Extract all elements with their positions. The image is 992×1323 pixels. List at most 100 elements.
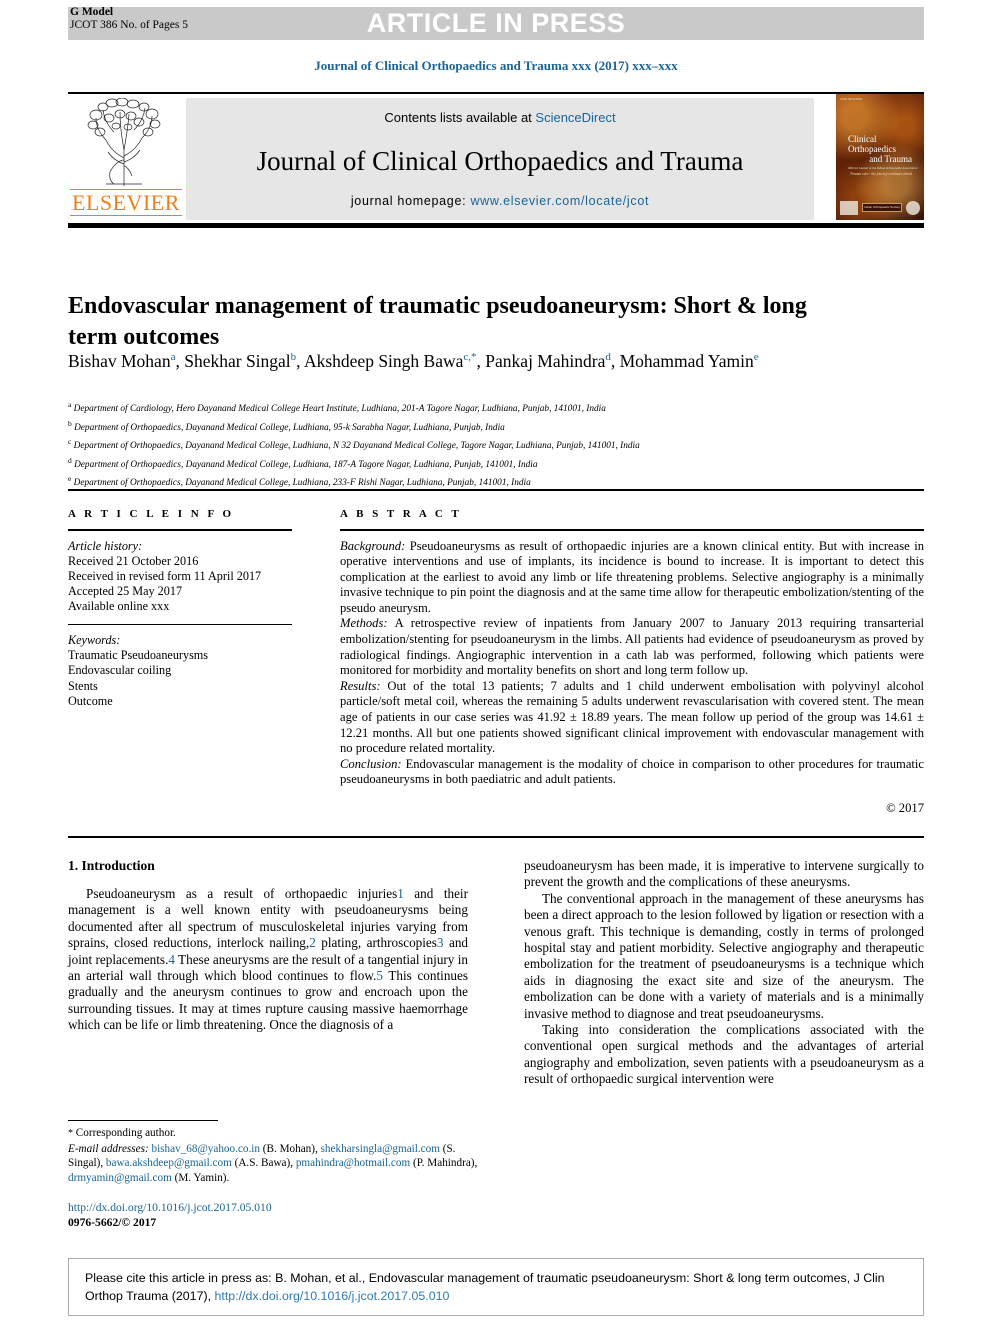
keywords-rule: [68, 623, 292, 626]
homepage-url[interactable]: www.elsevier.com/locate/jcot: [470, 194, 649, 208]
doi-block: http://dx.doi.org/10.1016/j.jcot.2017.05…: [68, 1200, 488, 1230]
email-owner: (B. Mohan),: [259, 1142, 321, 1155]
jcot-pages-line: JCOT 386 No. of Pages 5: [70, 19, 188, 31]
elsevier-wordmark: ELSEVIER: [70, 189, 182, 216]
affiliation-item: b Department of Orthopaedics, Dayanand M…: [68, 418, 505, 433]
homepage-label: journal homepage:: [350, 194, 471, 208]
cover-seal-icon: [906, 201, 920, 215]
author-affiliation-marker: a: [170, 351, 176, 363]
masthead-bottom-rule: [68, 223, 924, 228]
body-paragraph: The conventional approach in the managem…: [524, 890, 924, 1021]
contents-lists-line: Contents lists available at ScienceDirec…: [186, 110, 814, 125]
masthead-box: Contents lists available at ScienceDirec…: [186, 98, 814, 220]
citation-doi-link[interactable]: http://dx.doi.org/10.1016/j.jcot.2017.05…: [214, 1289, 449, 1303]
article-in-press-label: ARTICLE IN PRESS: [366, 8, 626, 38]
introduction-left-paragraphs: Pseudoaneurysm as a result of orthopaedi…: [68, 886, 468, 1034]
citation-ref[interactable]: 1: [397, 886, 404, 901]
email-link[interactable]: bawa.akshdeep@gmail.com: [106, 1157, 232, 1169]
affiliation-marker: d: [68, 455, 72, 465]
citation-box: Please cite this article in press as: B.…: [68, 1258, 924, 1316]
abstract-section-lead: Methods:: [340, 616, 388, 631]
email-link[interactable]: shekharsingla@gmail.com: [321, 1143, 440, 1155]
running-head: Journal of Clinical Orthopaedics and Tra…: [314, 58, 678, 73]
cover-issn: ISSN 0976-5662: [840, 97, 863, 101]
abstract-section: Results: Out of the total 13 patients; 7…: [340, 678, 924, 756]
author-name: Shekhar Singal: [184, 350, 291, 371]
g-model-line: G Model: [70, 6, 114, 18]
article-history: Article history: Received 21 October 201…: [68, 539, 298, 615]
article-history-item: Received 21 October 2016: [68, 553, 199, 568]
journal-masthead: ELSEVIER Contents lists available at Sci…: [68, 92, 924, 228]
email-addresses-line: E-mail addresses: bishav_68@yahoo.co.in …: [68, 1142, 478, 1186]
journal-cover-thumbnail: ISSN 0976-5662 Clinical Orthopaedics and…: [836, 94, 924, 220]
abstract-section: Conclusion: Endovascular management is t…: [340, 756, 924, 787]
sciencedirect-link[interactable]: ScienceDirect: [535, 110, 615, 125]
citation-ref[interactable]: 5: [376, 968, 383, 983]
corresponding-author-label: Corresponding author.: [75, 1127, 176, 1139]
abstract-section-lead: Background:: [340, 538, 406, 553]
email-link[interactable]: pmahindra@hotmail.com: [296, 1157, 410, 1169]
cover-subtitle: Official Journal of the Indian Orthopaed…: [848, 166, 918, 170]
citation-ref[interactable]: 4: [168, 952, 175, 967]
cover-top-text: ISSN 0976-5662: [840, 97, 920, 101]
elsevier-tree-icon: [87, 98, 161, 186]
keywords-items: Traumatic Pseudoaneurysms Endovascular co…: [68, 648, 298, 709]
journal-title: Journal of Clinical Orthopaedics and Tra…: [256, 146, 744, 176]
introduction-right-paragraphs: pseudoaneurysm has been made, it is impe…: [524, 858, 924, 1088]
abstract-body: Background: Pseudoaneurysms as result of…: [340, 539, 924, 789]
abstract-copyright: © 2017: [886, 801, 924, 815]
author-name: Akshdeep Singh Bawa: [303, 350, 464, 371]
cover-elsevier-mark: [840, 201, 858, 215]
affiliation-marker: c: [68, 437, 72, 446]
abstract-section-lead: Results:: [340, 678, 381, 693]
article-info-rule: [68, 529, 292, 531]
email-link[interactable]: bishav_68@yahoo.co.in: [151, 1143, 260, 1155]
email-owner: (A.S. Bawa),: [231, 1157, 296, 1170]
article-history-item: Available online xxx: [68, 599, 170, 614]
keywords-block: Keywords: Traumatic Pseudoaneurysms Endov…: [68, 633, 298, 709]
article-doi-link[interactable]: http://dx.doi.org/10.1016/j.jcot.2017.05…: [68, 1200, 488, 1215]
body-paragraph: Taking into consideration the complicati…: [524, 1022, 924, 1087]
introduction-left-column: 1. Introduction Pseudoaneurysm as a resu…: [68, 858, 468, 1034]
g-model-block: G Model JCOT 386 No. of Pages 5: [70, 6, 188, 32]
keyword-item: Endovascular coiling: [68, 663, 172, 678]
email-link[interactable]: drmyamin@gmail.com: [68, 1172, 172, 1184]
cover-title-line1: Clinical Orthopaedics: [848, 134, 896, 154]
author-name: Bishav Mohan: [68, 350, 171, 371]
affiliation-marker: b: [68, 418, 72, 428]
article-history-items: Received 21 October 2016 Received in revi…: [68, 554, 298, 615]
keyword-item: Stents: [68, 678, 98, 693]
affiliation-item: d Department of Orthopaedics, Dayanand M…: [68, 455, 538, 470]
cover-title-line2: and Trauma: [869, 154, 912, 164]
article-info-label: A R T I C L E I N F O: [68, 508, 235, 520]
keyword-item: Traumatic Pseudoaneurysms: [68, 648, 209, 663]
corresponding-author-line: * Corresponding author.: [68, 1126, 478, 1142]
introduction-heading: 1. Introduction: [68, 858, 155, 873]
citation-sentence: Please cite this article in press as: B.…: [85, 1271, 885, 1303]
elsevier-logo: ELSEVIER: [70, 98, 182, 220]
introduction-right-column: pseudoaneurysm has been made, it is impe…: [524, 858, 924, 1088]
footnote-block: * Corresponding author. E-mail addresses…: [68, 1126, 478, 1185]
abstract-block: A B S T R A C T Background: Pseudoaneury…: [340, 508, 924, 816]
author-list: Bishav Mohana, Shekhar Singalb, Akshdeep…: [68, 350, 759, 371]
affiliation-list: a Department of Cardiology, Hero Dayanan…: [68, 398, 928, 491]
author-affiliation-marker: b: [290, 351, 297, 363]
issn-copyright: 0976-5662/© 2017: [68, 1216, 157, 1229]
author-name: Mohammad Yamin: [619, 350, 754, 371]
abstract-bottom-rule: [68, 836, 924, 838]
cover-badge: Indian Orthopaedic Society: [862, 203, 902, 212]
keyword-item: Outcome: [68, 693, 113, 708]
asterisk-icon: *: [68, 1128, 73, 1139]
citation-ref[interactable]: 3: [437, 935, 444, 950]
article-history-item: Accepted 25 May 2017: [68, 584, 183, 599]
abstract-rule: [340, 529, 924, 531]
citation-ref[interactable]: 2: [309, 935, 316, 950]
author-affiliation-marker: c,*: [463, 351, 477, 363]
body-paragraph: Pseudoaneurysm as a result of orthopaedi…: [68, 886, 469, 1033]
paper-page: ARTICLE IN PRESS G Model JCOT 386 No. of…: [0, 0, 992, 1323]
footnote-rule: [68, 1120, 218, 1121]
citation-text: Please cite this article in press as: B.…: [85, 1269, 909, 1305]
affiliation-item: e Department of Orthopaedics, Dayanand M…: [68, 474, 531, 489]
abstract-section: Methods: A retrospective review of inpat…: [340, 616, 924, 678]
article-history-label: Article history:: [68, 538, 143, 553]
